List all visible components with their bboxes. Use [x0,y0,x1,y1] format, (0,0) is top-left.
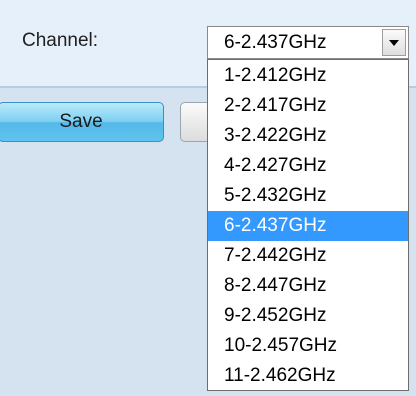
channel-option[interactable]: 6-2.437GHz [208,211,408,241]
channel-option[interactable]: 10-2.457GHz [208,331,408,361]
channel-select[interactable]: 6-2.437GHz [207,26,409,59]
dropdown-arrow-button[interactable] [382,29,406,56]
channel-option[interactable]: 4-2.427GHz [208,151,408,181]
save-button[interactable]: Save [0,102,164,142]
channel-dropdown-list[interactable]: 1-2.412GHz 2-2.417GHz 3-2.422GHz 4-2.427GHz… [207,59,409,391]
channel-option[interactable]: 1-2.412GHz [208,61,408,91]
channel-option[interactable]: 2-2.417GHz [208,91,408,121]
channel-option[interactable]: 5-2.432GHz [208,181,408,211]
channel-option[interactable]: 7-2.442GHz [208,241,408,271]
channel-option[interactable]: 8-2.447GHz [208,271,408,301]
channel-label: Channel: [22,30,99,51]
channel-select-value: 6-2.437GHz [224,32,327,53]
channel-option[interactable]: 9-2.452GHz [208,301,408,331]
triangle-down-icon [389,40,399,46]
channel-option[interactable]: 11-2.462GHz [208,361,408,391]
channel-option[interactable]: 3-2.422GHz [208,121,408,151]
